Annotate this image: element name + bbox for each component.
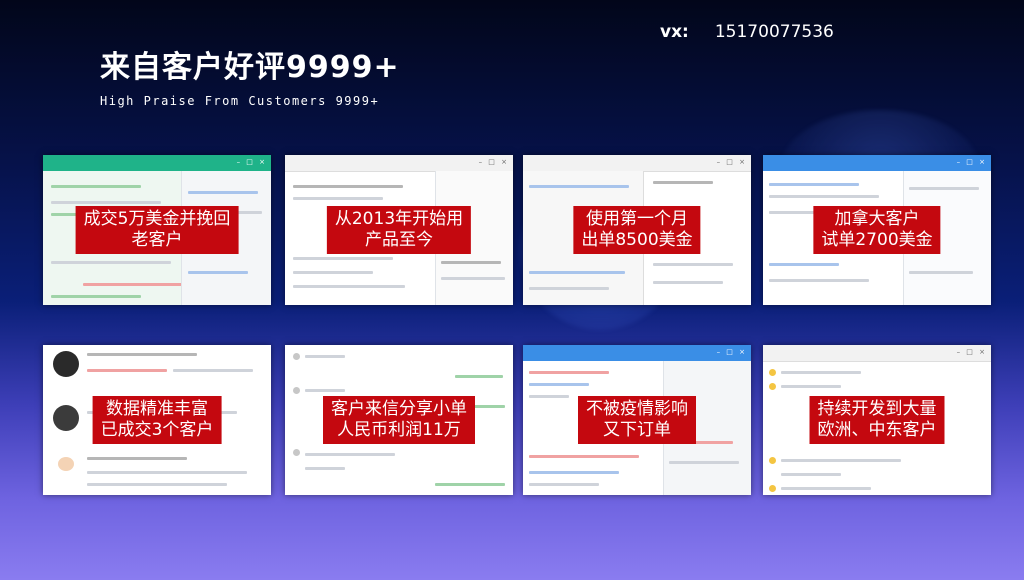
contact-info: vx: 15170077536	[660, 22, 834, 42]
slide: { "title": "来自客户好评9999+", "subtitle": "H…	[0, 0, 1024, 580]
testimonial-card: – □ × 成交5万美金并挽回 老客户	[43, 155, 271, 305]
contact-number: 15170077536	[714, 22, 834, 42]
testimonial-caption: 从2013年开始用 产品至今	[326, 206, 472, 254]
window-controls-icon: – □ ×	[716, 158, 747, 166]
testimonial-card: – □ × 使用第一个月 出单8500美金	[523, 155, 751, 305]
testimonial-caption: 加拿大客户 试单2700美金	[813, 206, 941, 254]
page-subtitle: High Praise From Customers 9999+	[100, 94, 380, 108]
testimonial-caption: 数据精准丰富 已成交3个客户	[92, 396, 222, 444]
testimonial-caption: 成交5万美金并挽回 老客户	[75, 206, 239, 254]
testimonial-caption: 不被疫情影响 又下订单	[578, 396, 696, 444]
window-controls-icon: – □ ×	[716, 348, 747, 356]
window-controls-icon: – □ ×	[478, 158, 509, 166]
testimonial-caption: 客户来信分享小单 人民币利润11万	[323, 396, 475, 444]
testimonial-card: – □ × 不被疫情影响 又下订单	[523, 345, 751, 495]
testimonial-card: 数据精准丰富 已成交3个客户	[43, 345, 271, 495]
page-title: 来自客户好评9999+	[100, 50, 400, 85]
window-controls-icon: – □ ×	[956, 158, 987, 166]
testimonial-card: – □ × 持续开发到大量 欧洲、中东客户	[763, 345, 991, 495]
testimonial-caption: 持续开发到大量 欧洲、中东客户	[809, 396, 945, 444]
testimonial-card: 客户来信分享小单 人民币利润11万	[285, 345, 513, 495]
testimonial-card: – □ × 从2013年开始用 产品至今	[285, 155, 513, 305]
window-controls-icon: – □ ×	[236, 158, 267, 166]
window-controls-icon: – □ ×	[956, 348, 987, 356]
testimonial-caption: 使用第一个月 出单8500美金	[573, 206, 701, 254]
testimonial-card: – □ × 加拿大客户 试单2700美金	[763, 155, 991, 305]
contact-label: vx:	[660, 22, 689, 42]
